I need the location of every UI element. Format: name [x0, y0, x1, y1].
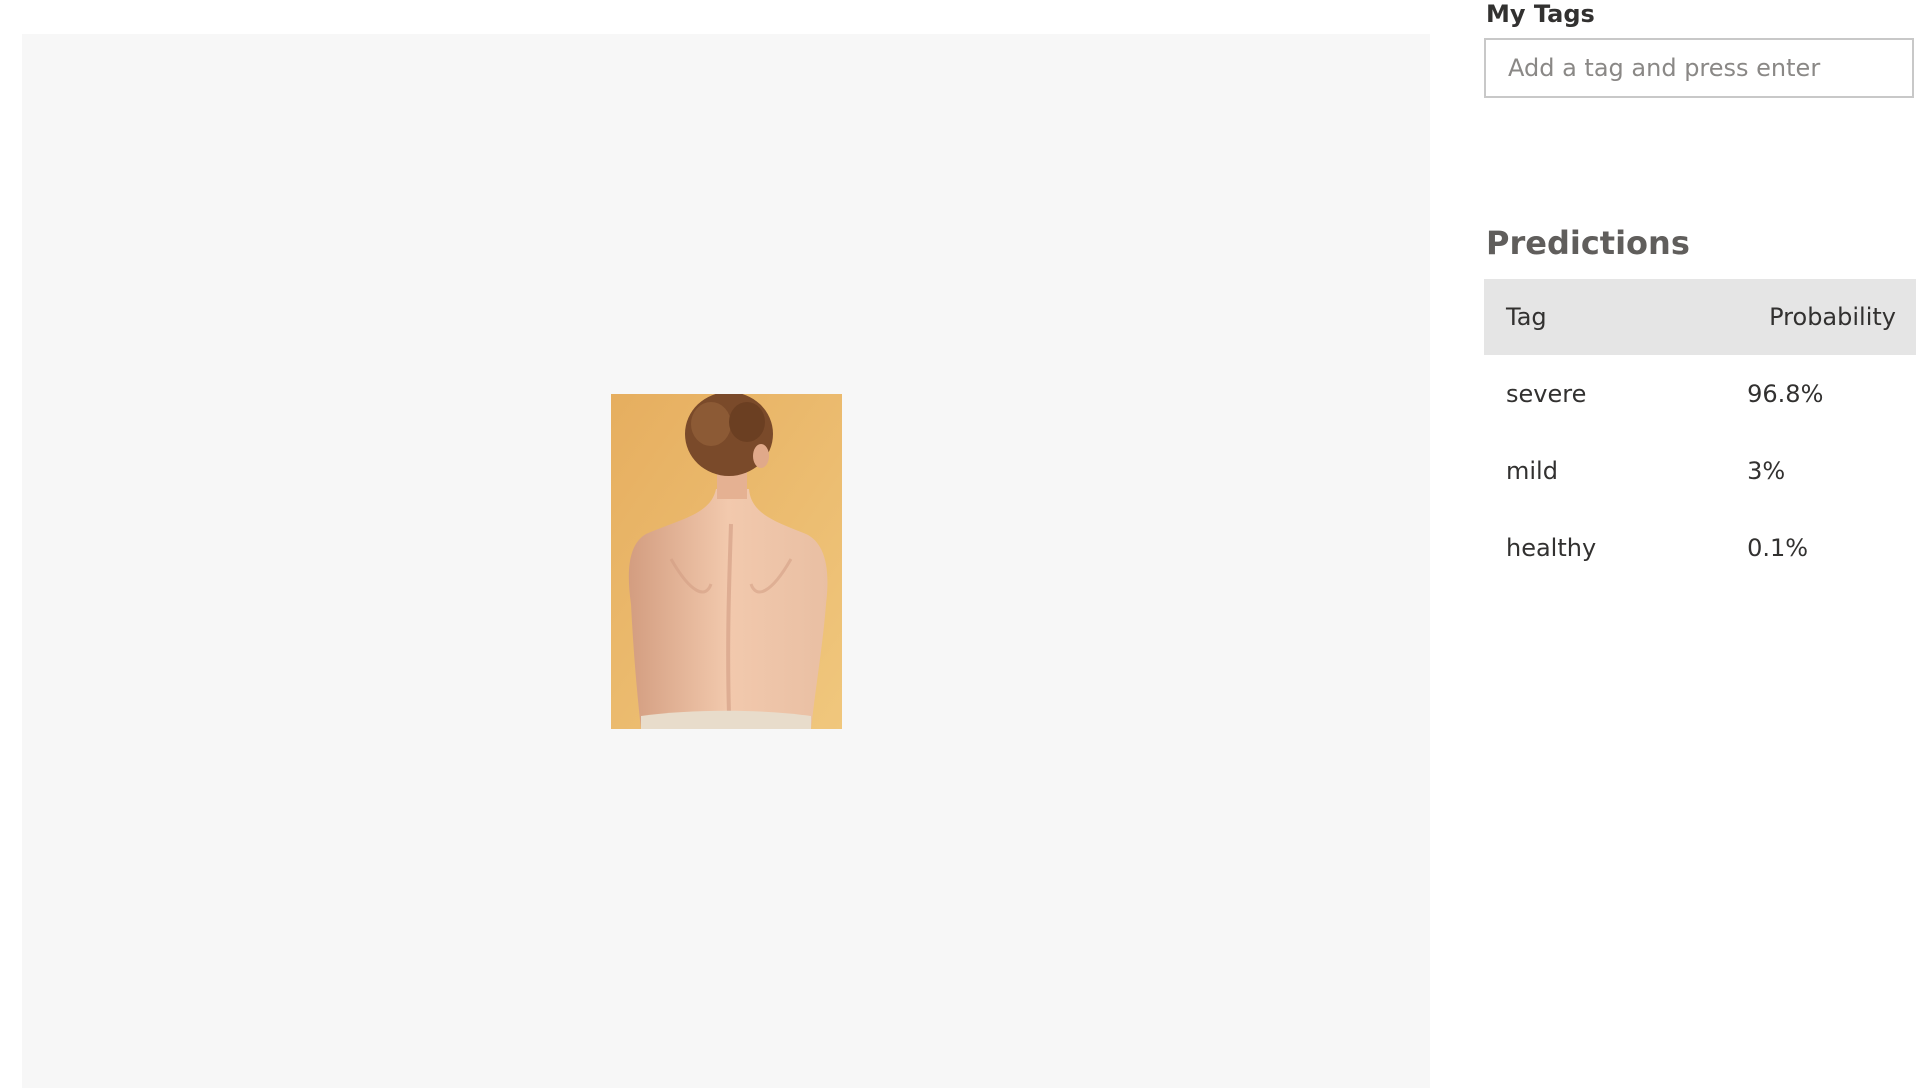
prediction-tag: healthy	[1506, 533, 1597, 562]
predictions-heading: Predictions	[1486, 224, 1690, 262]
prediction-row: healthy 0.1%	[1484, 509, 1916, 586]
back-photo	[611, 394, 842, 729]
prediction-row: severe 96.8%	[1484, 355, 1916, 432]
prediction-probability: 96.8%	[1747, 379, 1824, 408]
my-tags-heading: My Tags	[1486, 0, 1595, 28]
probability-column-header[interactable]: Probability	[1747, 279, 1916, 355]
prediction-probability: 3%	[1747, 456, 1786, 485]
app-page: My Tags Predictions Tag Probability seve…	[0, 0, 1926, 1088]
side-panel: My Tags Predictions Tag Probability seve…	[1484, 0, 1920, 1088]
add-tag-input[interactable]	[1484, 38, 1914, 98]
prediction-tag: mild	[1506, 456, 1558, 485]
prediction-row: mild 3%	[1484, 432, 1916, 509]
tag-column-header[interactable]: Tag	[1484, 279, 1748, 355]
predictions-table: Tag Probability severe 96.8% mild 3% hea…	[1484, 279, 1916, 586]
image-viewer	[22, 34, 1430, 1088]
prediction-tag: severe	[1506, 379, 1587, 408]
prediction-probability: 0.1%	[1747, 533, 1809, 562]
predictions-header-row: Tag Probability	[1484, 279, 1916, 355]
